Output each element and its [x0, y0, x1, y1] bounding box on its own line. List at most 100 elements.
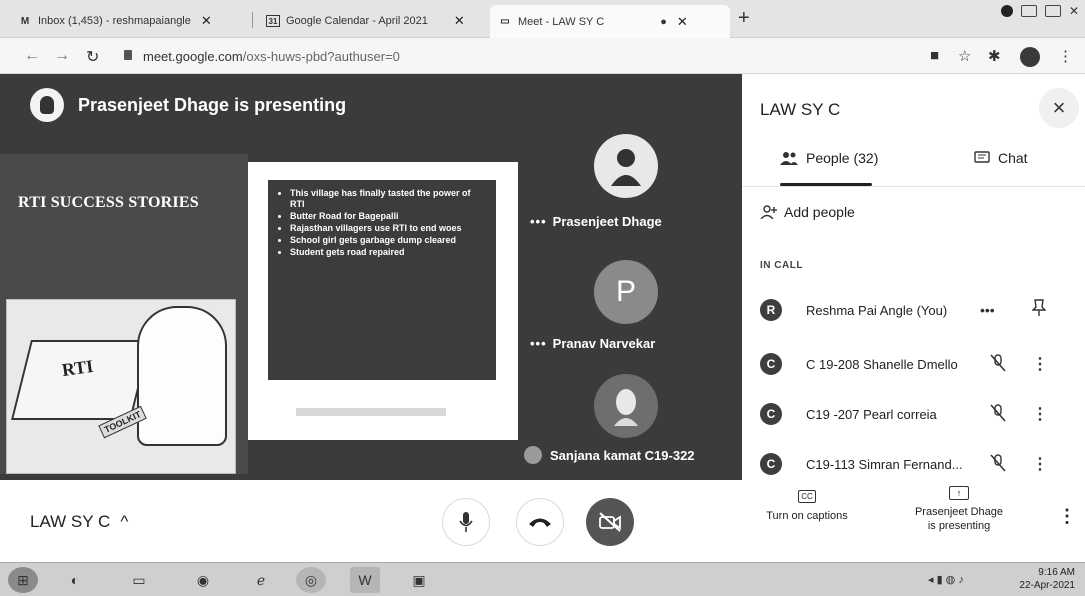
- bullet-list: This village has finally tasted the powe…: [290, 188, 486, 258]
- meeting-details-button[interactable]: LAW SY C ^: [30, 512, 128, 532]
- muted-mic-icon: [990, 353, 1006, 375]
- close-tab-icon[interactable]: ✕: [454, 13, 465, 29]
- muted-mic-icon: [990, 453, 1006, 475]
- avatar: C: [760, 353, 782, 375]
- hang-up-icon: [529, 518, 551, 527]
- browser-tab-strip: M Inbox (1,453) - reshmapaiangle ✕ 31 Go…: [0, 0, 1085, 38]
- participant-avatar: P: [594, 260, 658, 324]
- close-tab-icon[interactable]: ✕: [201, 13, 212, 29]
- camera-button[interactable]: [586, 498, 634, 546]
- participant-mini-avatar: [524, 446, 542, 464]
- presenting-label-2: is presenting: [927, 520, 991, 532]
- url-host: meet.google.com: [143, 49, 243, 64]
- url-field[interactable]: meet.google.com/oxs-huws-pbd?authuser=0: [143, 49, 400, 64]
- tab-calendar[interactable]: 31 Google Calendar - April 2021 ✕: [258, 6, 473, 36]
- more-vert-icon[interactable]: ⋮: [1032, 354, 1048, 374]
- more-options-icon[interactable]: •••: [530, 214, 547, 229]
- bullet-item: Student gets road repaired: [290, 247, 486, 258]
- meeting-name: LAW SY C: [30, 512, 111, 531]
- chat-icon: [974, 151, 990, 163]
- avatar: R: [760, 299, 782, 321]
- meeting-controls-bar: LAW SY C ^: [0, 480, 742, 562]
- leave-call-button[interactable]: [516, 498, 564, 546]
- tab-chat[interactable]: Chat: [974, 150, 1028, 166]
- extensions-icon[interactable]: ✱: [988, 47, 1001, 65]
- gmail-icon: M: [20, 15, 30, 27]
- panel-title: LAW SY C: [760, 100, 841, 119]
- more-vert-icon[interactable]: ⋮: [1032, 404, 1048, 424]
- microphone-button[interactable]: [442, 498, 490, 546]
- add-people-button[interactable]: Add people: [760, 204, 855, 220]
- participant-name: ••• Pranav Narvekar: [530, 336, 655, 351]
- media-player-icon[interactable]: ◉: [188, 567, 218, 593]
- slide-title: RTI SUCCESS STORIES: [18, 194, 199, 211]
- taskbar-app-icon[interactable]: ◐: [60, 567, 90, 593]
- calendar-icon: 31: [266, 15, 280, 27]
- tab-separator: [252, 12, 253, 28]
- presenting-button[interactable]: ↑ Prasenjeet Dhage is presenting: [894, 476, 1024, 533]
- chevron-up-icon: ^: [120, 512, 129, 531]
- list-item[interactable]: C C19 -207 Pearl correia ⋮: [760, 396, 1080, 432]
- hand-drawing: [137, 306, 227, 446]
- reload-icon[interactable]: ↻: [86, 47, 99, 67]
- side-panel: LAW SY C × People (32) Chat Add people I…: [742, 74, 1085, 562]
- profile-avatar[interactable]: [1020, 47, 1040, 67]
- tab-gmail[interactable]: M Inbox (1,453) - reshmapaiangle ✕: [10, 6, 220, 36]
- screen: M Inbox (1,453) - reshmapaiangle ✕ 31 Go…: [0, 0, 1085, 596]
- folder-icon[interactable]: ▭: [124, 567, 154, 593]
- clock[interactable]: 9:16 AM 22-Apr-2021: [1019, 566, 1075, 592]
- maximize-button[interactable]: [1044, 5, 1061, 17]
- chrome-icon[interactable]: ◎: [296, 567, 326, 593]
- tab-people[interactable]: People (32): [780, 150, 878, 166]
- list-item[interactable]: C C 19-208 Shanelle Dmello ⋮: [760, 346, 1080, 382]
- more-options-icon[interactable]: •••: [530, 336, 547, 351]
- bullet-box: This village has finally tasted the powe…: [268, 180, 496, 380]
- pin-icon[interactable]: [1031, 298, 1047, 322]
- rti-label: RTI: [60, 355, 95, 381]
- minimize-button[interactable]: [1020, 5, 1037, 17]
- window-controls: ✕: [1000, 4, 1079, 18]
- add-person-icon: [760, 205, 777, 219]
- forward-icon[interactable]: →: [54, 47, 70, 65]
- close-window-button[interactable]: ✕: [1069, 4, 1079, 18]
- camera-indicator-icon[interactable]: ■: [930, 47, 939, 64]
- panel-bottom-actions: CC Turn on captions ↑ Prasenjeet Dhage i…: [742, 476, 1085, 562]
- internet-explorer-icon[interactable]: ℯ: [246, 567, 276, 593]
- presenting-banner: Prasenjeet Dhage is presenting: [30, 88, 346, 122]
- presentation-icon[interactable]: ▣: [404, 567, 434, 593]
- muted-mic-icon: [990, 403, 1006, 425]
- tab-meet[interactable]: ▭ Meet - LAW SY C ● ✕: [490, 5, 730, 38]
- captions-button[interactable]: CC Turn on captions: [752, 476, 862, 522]
- start-button[interactable]: ⊞: [8, 567, 38, 593]
- close-tab-icon[interactable]: ✕: [677, 14, 688, 30]
- os-taskbar: ⊞ ◐ ▭ ◉ ℯ ◎ W ▣ ◂ ▮ ◍ ♪ 9:16 AM 22-Apr-2…: [0, 562, 1085, 596]
- close-panel-button[interactable]: ×: [1039, 88, 1079, 128]
- word-icon[interactable]: W: [350, 567, 380, 593]
- back-icon[interactable]: ←: [24, 47, 40, 65]
- more-options-button[interactable]: ⋮: [1058, 506, 1076, 527]
- bookmark-star-icon[interactable]: ☆: [958, 47, 971, 65]
- avatar: C: [760, 403, 782, 425]
- new-tab-button[interactable]: +: [738, 7, 750, 30]
- people-icon: [780, 152, 798, 165]
- system-tray[interactable]: ◂ ▮ ◍ ♪: [928, 573, 964, 586]
- list-item[interactable]: R Reshma Pai Angle (You) •••: [760, 292, 1080, 328]
- captions-icon: CC: [798, 490, 816, 503]
- more-vert-icon[interactable]: ⋮: [1032, 454, 1048, 474]
- camera-off-icon: [599, 512, 621, 532]
- participant-avatar: [594, 374, 658, 438]
- more-options-icon[interactable]: •••: [980, 302, 995, 318]
- address-bar-row: ← → ↻ meet.google.com/oxs-huws-pbd?authu…: [0, 38, 1085, 74]
- tab-label: Google Calendar - April 2021: [286, 15, 428, 27]
- participant-name-text: Sanjana kamat C19-322: [550, 447, 695, 463]
- browser-menu-icon[interactable]: ⋮: [1058, 47, 1073, 65]
- lock-icon: [124, 50, 132, 60]
- tab-label: Inbox (1,453) - reshmapaiangle: [38, 15, 191, 27]
- person-name: Reshma Pai Angle (You): [806, 302, 948, 318]
- participant-name-text: Pranav Narvekar: [552, 336, 656, 351]
- add-people-label: Add people: [784, 204, 855, 220]
- tab-people-label: People (32): [806, 150, 879, 166]
- recording-dot-icon: ●: [660, 15, 667, 28]
- rti-box-drawing: [11, 340, 151, 420]
- avatar: C: [760, 453, 782, 475]
